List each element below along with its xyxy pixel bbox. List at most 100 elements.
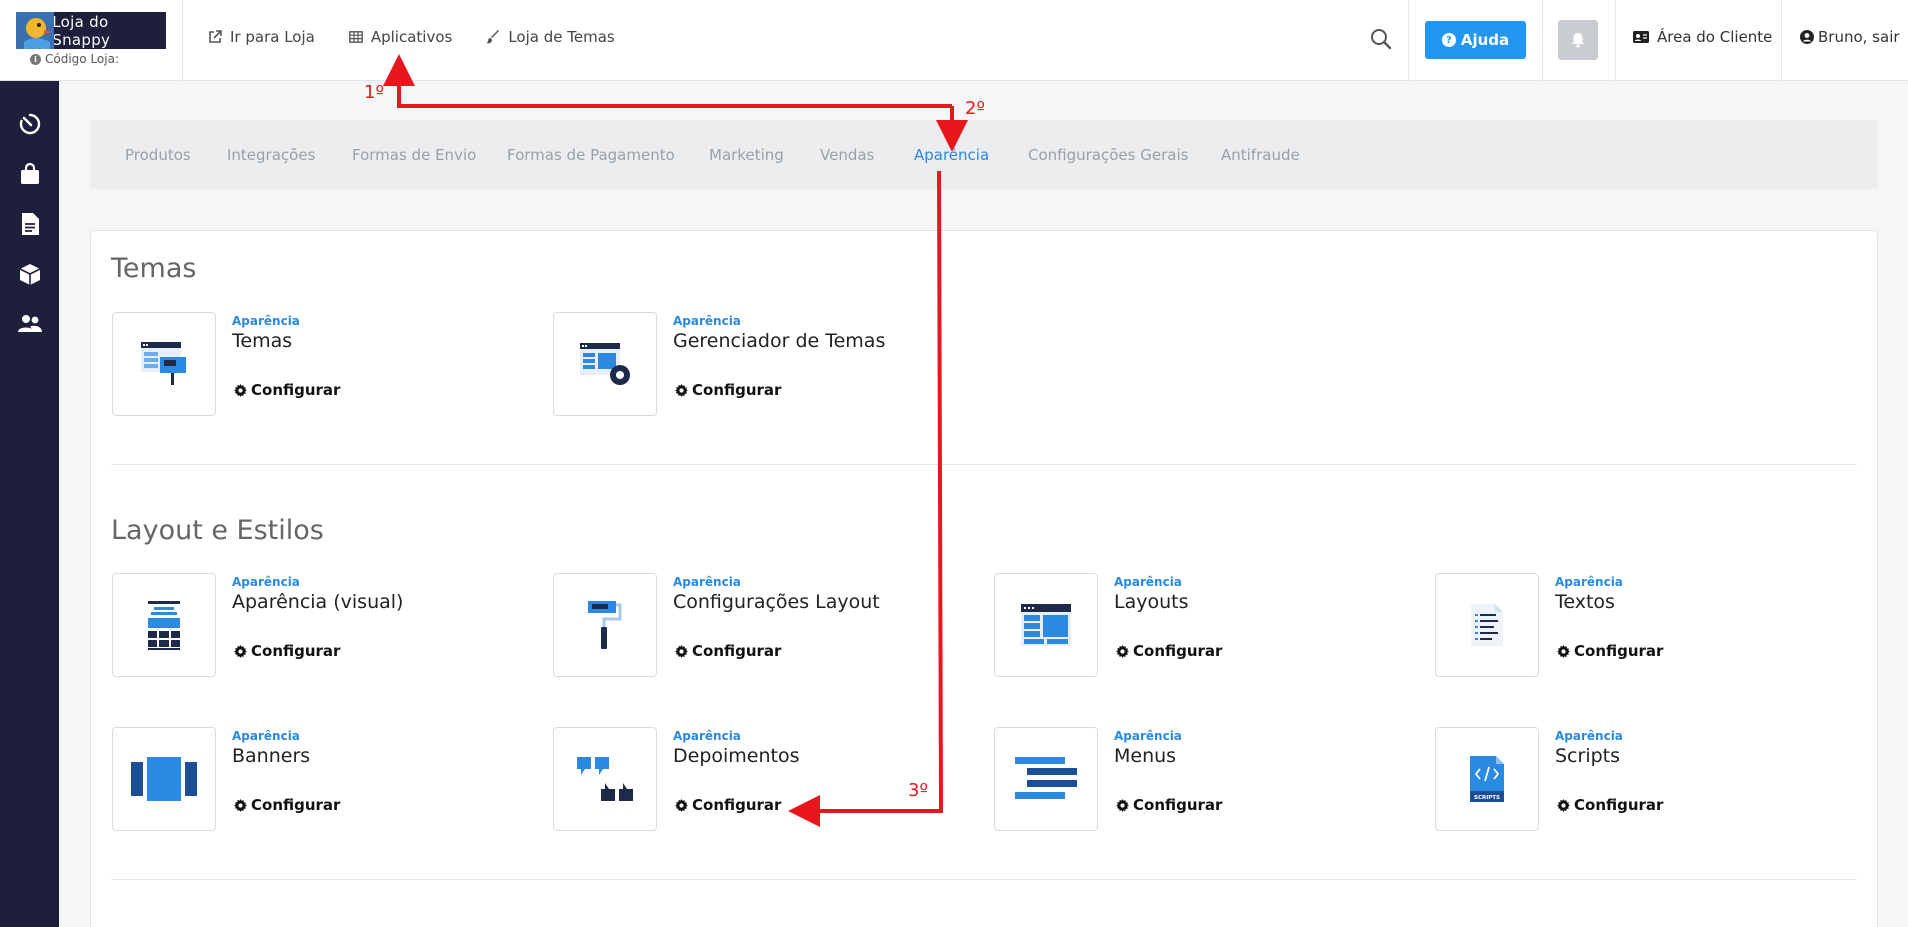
tab-configuracoes-gerais[interactable]: Configurações Gerais xyxy=(1028,146,1188,164)
gear-icon xyxy=(234,383,247,397)
id-card-icon xyxy=(1633,31,1649,43)
nav-go-to-store[interactable]: Ir para Loja xyxy=(208,28,315,46)
tab-produtos[interactable]: Produtos xyxy=(125,146,191,164)
section-title-temas: Temas xyxy=(111,253,197,284)
divider xyxy=(1542,0,1543,81)
configure-label: Configurar xyxy=(1133,796,1223,814)
tab-integracoes[interactable]: Integrações xyxy=(227,146,315,164)
info-icon: i xyxy=(30,53,41,65)
nav-theme-store[interactable]: Loja de Temas xyxy=(486,28,615,46)
configure-button[interactable]: Configurar xyxy=(234,381,340,399)
scripts-file-icon: SCRIPTS xyxy=(1470,756,1504,802)
help-label: Ajuda xyxy=(1460,31,1510,49)
speed-dial-icon[interactable] xyxy=(17,111,43,137)
configure-label: Configurar xyxy=(251,642,341,660)
configure-button[interactable]: Configurar xyxy=(675,796,781,814)
app-name: Depoimentos xyxy=(673,745,800,767)
step-3-label: 3º xyxy=(908,780,928,801)
app-configuracoes-layout: Aparência Configurações Layout Configura… xyxy=(553,573,973,677)
box-icon[interactable] xyxy=(17,261,43,287)
store-code: i Código Loja: xyxy=(30,52,119,66)
user-logout-link[interactable]: Bruno, sair xyxy=(1800,28,1900,46)
configure-button[interactable]: Configurar xyxy=(675,642,781,660)
tab-aparencia[interactable]: Aparência xyxy=(914,146,989,164)
gear-icon xyxy=(675,798,688,812)
gear-icon xyxy=(1557,798,1570,812)
app-thumbnail[interactable] xyxy=(112,312,216,416)
document-icon[interactable] xyxy=(17,211,43,237)
mascot-logo-icon xyxy=(16,12,54,49)
app-thumbnail[interactable] xyxy=(553,312,657,416)
configure-button[interactable]: Configurar xyxy=(234,642,340,660)
nav-apps[interactable]: Aplicativos xyxy=(348,28,452,46)
banners-icon xyxy=(131,757,197,801)
user-circle-icon xyxy=(1800,30,1814,44)
store-code-label: Código Loja: xyxy=(45,52,119,66)
tab-antifraude[interactable]: Antifraude xyxy=(1221,146,1300,164)
divider xyxy=(1781,0,1782,81)
app-name: Banners xyxy=(232,745,311,767)
help-button[interactable]: ? Ajuda xyxy=(1425,21,1526,59)
client-area-link[interactable]: Área do Cliente xyxy=(1633,28,1772,46)
notifications-button[interactable] xyxy=(1558,20,1598,60)
app-thumbnail[interactable] xyxy=(994,573,1098,677)
quotes-icon xyxy=(577,757,633,801)
app-name: Menus xyxy=(1114,745,1177,767)
configure-label: Configurar xyxy=(692,381,782,399)
configure-label: Configurar xyxy=(1574,642,1664,660)
app-thumbnail[interactable] xyxy=(112,573,216,677)
menu-lines-icon xyxy=(1015,757,1077,799)
external-link-icon xyxy=(209,30,222,43)
top-bar: Loja do Snappy i Código Loja: Ir para Lo… xyxy=(0,0,1908,81)
app-category: Aparência xyxy=(232,314,300,328)
theme-manager-icon xyxy=(580,343,630,385)
app-banners: Aparência Banners Configurar xyxy=(112,727,532,831)
app-scripts: SCRIPTS Aparência Scripts Configurar xyxy=(1435,727,1855,831)
app-name: Scripts xyxy=(1555,745,1621,767)
tab-vendas[interactable]: Vendas xyxy=(820,146,874,164)
grid-table-icon xyxy=(348,31,363,43)
store-logo[interactable]: Loja do Snappy xyxy=(16,12,166,49)
tab-formas-de-envio[interactable]: Formas de Envio xyxy=(352,146,476,164)
configure-button[interactable]: Configurar xyxy=(1116,642,1222,660)
divider xyxy=(1615,0,1616,81)
brush-icon xyxy=(486,30,500,44)
app-name: Layouts xyxy=(1114,591,1189,613)
app-thumbnail[interactable] xyxy=(1435,573,1539,677)
app-thumbnail[interactable]: SCRIPTS xyxy=(1435,727,1539,831)
configure-button[interactable]: Configurar xyxy=(675,381,781,399)
app-name: Temas xyxy=(232,330,293,352)
configure-label: Configurar xyxy=(1133,642,1223,660)
configure-button[interactable]: Configurar xyxy=(1557,642,1663,660)
search-button[interactable] xyxy=(1370,28,1394,52)
app-textos: Aparência Textos Configurar xyxy=(1435,573,1855,677)
app-thumbnail[interactable] xyxy=(553,727,657,831)
paint-roller-icon xyxy=(588,601,622,649)
logo-text: Loja do Snappy xyxy=(52,12,111,49)
tab-formas-de-pagamento[interactable]: Formas de Pagamento xyxy=(507,146,675,164)
app-category: Aparência xyxy=(673,729,741,743)
visual-layout-icon xyxy=(148,601,180,650)
app-thumbnail[interactable] xyxy=(994,727,1098,831)
question-icon: ? xyxy=(1441,33,1456,47)
gear-icon xyxy=(234,798,247,812)
configure-button[interactable]: Configurar xyxy=(1116,796,1222,814)
configure-label: Configurar xyxy=(692,796,782,814)
sidebar xyxy=(0,81,59,927)
tab-marketing[interactable]: Marketing xyxy=(709,146,784,164)
divider xyxy=(1408,0,1409,81)
app-layouts: Aparência Layouts Configurar xyxy=(994,573,1414,677)
shopping-bag-icon[interactable] xyxy=(17,161,43,187)
step-1-label: 1º xyxy=(364,82,384,103)
users-icon[interactable] xyxy=(17,311,43,337)
configure-button[interactable]: Configurar xyxy=(1557,796,1663,814)
top-nav: Ir para Loja Aplicativos Loja de Temas xyxy=(208,28,649,46)
app-category: Aparência xyxy=(232,729,300,743)
app-category: Aparência xyxy=(1555,575,1623,589)
app-thumbnail[interactable] xyxy=(553,573,657,677)
app-depoimentos: Aparência Depoimentos Configurar xyxy=(553,727,973,831)
app-category: Aparência xyxy=(1114,575,1182,589)
configure-button[interactable]: Configurar xyxy=(234,796,340,814)
app-temas: Aparência Temas Configurar xyxy=(112,312,532,416)
app-thumbnail[interactable] xyxy=(112,727,216,831)
